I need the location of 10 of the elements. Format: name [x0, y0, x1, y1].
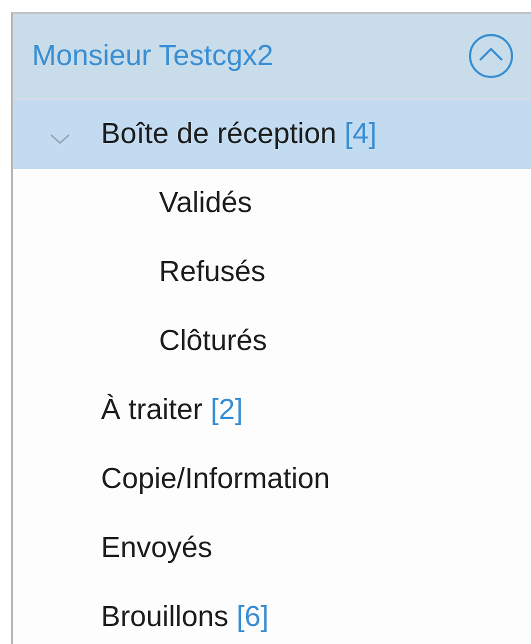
- folder-item[interactable]: Refusés: [13, 238, 531, 307]
- folder-item[interactable]: Validés: [13, 169, 531, 238]
- folder-item[interactable]: À traiter [2]: [13, 376, 531, 445]
- chevron-icon[interactable]: [49, 132, 71, 146]
- folder-item[interactable]: Clôturés: [13, 307, 531, 376]
- folder-item[interactable]: Copie/Information: [13, 445, 531, 514]
- collapse-icon[interactable]: [468, 33, 514, 79]
- folder-item[interactable]: Brouillons [6]: [13, 583, 531, 644]
- folder-item[interactable]: Boîte de réception [4]: [13, 100, 531, 169]
- folder-item[interactable]: Envoyés: [13, 514, 531, 583]
